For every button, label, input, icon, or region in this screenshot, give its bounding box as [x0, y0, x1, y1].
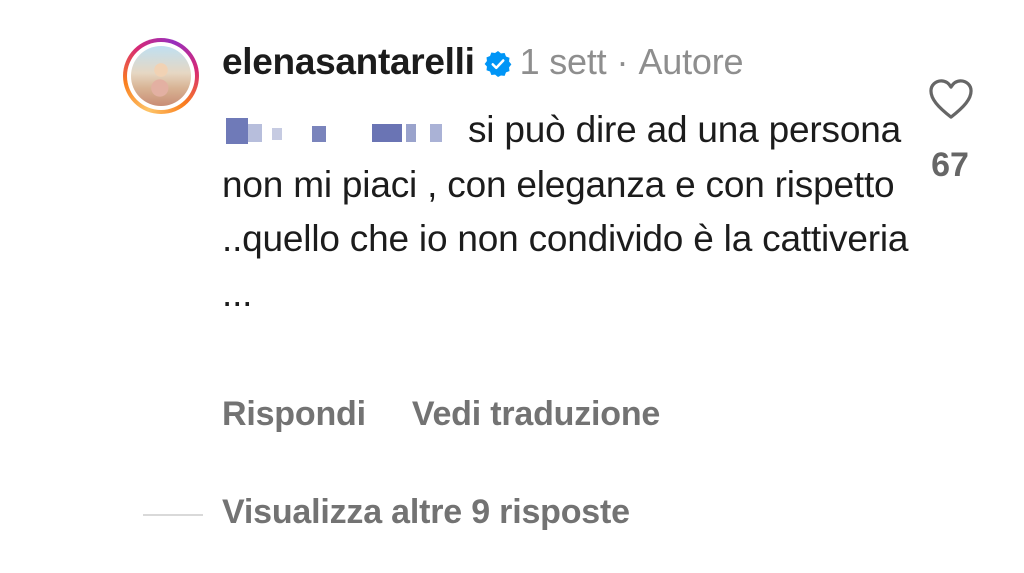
- comment-body: si può dire ad una persona non mi piaci …: [222, 103, 912, 321]
- username-link[interactable]: elenasantarelli: [222, 41, 475, 83]
- replies-divider: [143, 514, 203, 516]
- avatar-frame: [127, 42, 195, 110]
- heart-outline-icon: [929, 79, 973, 119]
- author-badge: Autore: [638, 41, 744, 82]
- see-translation-button[interactable]: Vedi traduzione: [412, 395, 660, 434]
- like-button[interactable]: [926, 76, 976, 122]
- avatar-story-ring[interactable]: [123, 38, 199, 114]
- verified-badge-icon: [484, 50, 512, 78]
- like-count[interactable]: 67: [920, 146, 980, 185]
- meta-separator: ·: [616, 41, 629, 82]
- comment-actions: Rispondi Vedi traduzione: [222, 395, 660, 434]
- view-replies-button[interactable]: Visualizza altre 9 risposte: [222, 493, 630, 532]
- comment-item: elenasantarelli 1 sett · Autore si può d…: [0, 0, 1024, 573]
- reply-button[interactable]: Rispondi: [222, 395, 366, 434]
- avatar[interactable]: [131, 46, 191, 106]
- mention-obscured[interactable]: [222, 110, 454, 146]
- comment-timestamp: 1 sett: [519, 41, 607, 82]
- comment-header: elenasantarelli 1 sett · Autore: [222, 36, 744, 88]
